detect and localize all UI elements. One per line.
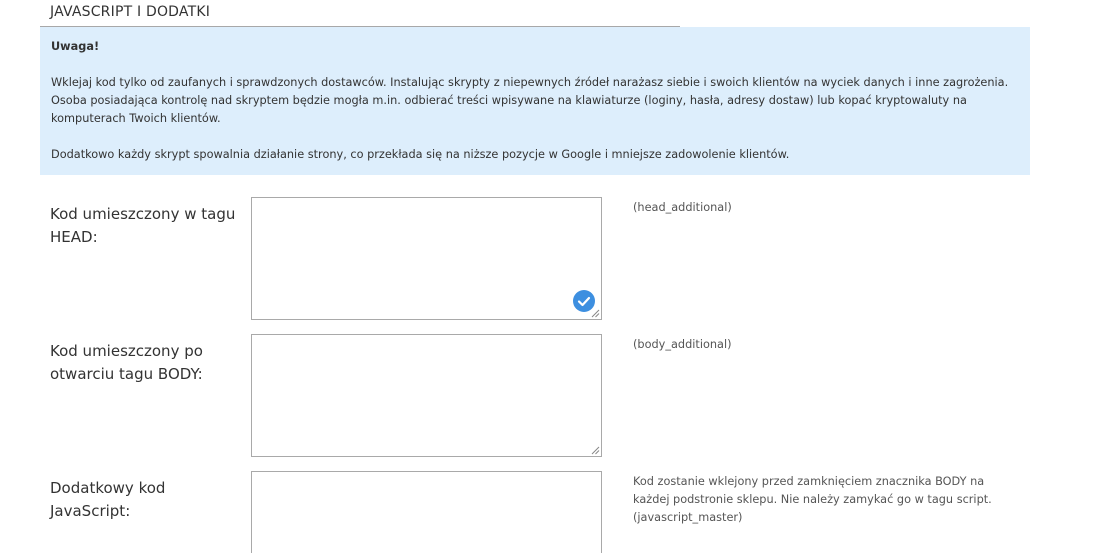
javascript-code-field-wrapper <box>251 471 602 553</box>
resize-grip-icon[interactable] <box>591 309 600 318</box>
body-code-field-wrapper <box>251 334 602 457</box>
body-code-label: Kod umieszczony po otwarciu tagu BODY: <box>50 342 203 383</box>
javascript-code-label: Dodatkowy kod JavaScript: <box>50 479 166 520</box>
field-row-javascript: Dodatkowy kod JavaScript: Kod zostanie w… <box>40 471 1040 553</box>
warning-notice: Uwaga! Wklejaj kod tylko od zaufanych i … <box>40 27 1030 175</box>
field-row-body: Kod umieszczony po otwarciu tagu BODY: (… <box>40 334 1040 464</box>
notice-heading: Uwaga! <box>51 40 100 53</box>
head-code-label: Kod umieszczony w tagu HEAD: <box>50 205 236 246</box>
resize-grip-icon[interactable] <box>591 446 600 455</box>
section-header: JAVASCRIPT I DODATKI <box>40 0 680 30</box>
javascript-code-textarea[interactable] <box>252 472 601 553</box>
body-code-hint: (body_additional) <box>633 338 732 351</box>
head-code-textarea[interactable] <box>252 198 601 319</box>
section-title: JAVASCRIPT I DODATKI <box>50 4 211 20</box>
body-code-textarea[interactable] <box>252 335 601 456</box>
notice-paragraph-performance: Dodatkowo każdy skrypt spowalnia działan… <box>51 148 790 161</box>
field-row-head: Kod umieszczony w tagu HEAD: (head_addit… <box>40 197 1040 327</box>
notice-paragraph-security: Wklejaj kod tylko od zaufanych i sprawdz… <box>51 76 1009 125</box>
javascript-code-hint: Kod zostanie wklejony przed zamknięciem … <box>633 475 992 524</box>
head-code-field-wrapper <box>251 197 602 320</box>
head-code-hint: (head_additional) <box>633 201 732 214</box>
javascript-settings-page: JAVASCRIPT I DODATKI Uwaga! Wklejaj kod … <box>0 0 1096 553</box>
